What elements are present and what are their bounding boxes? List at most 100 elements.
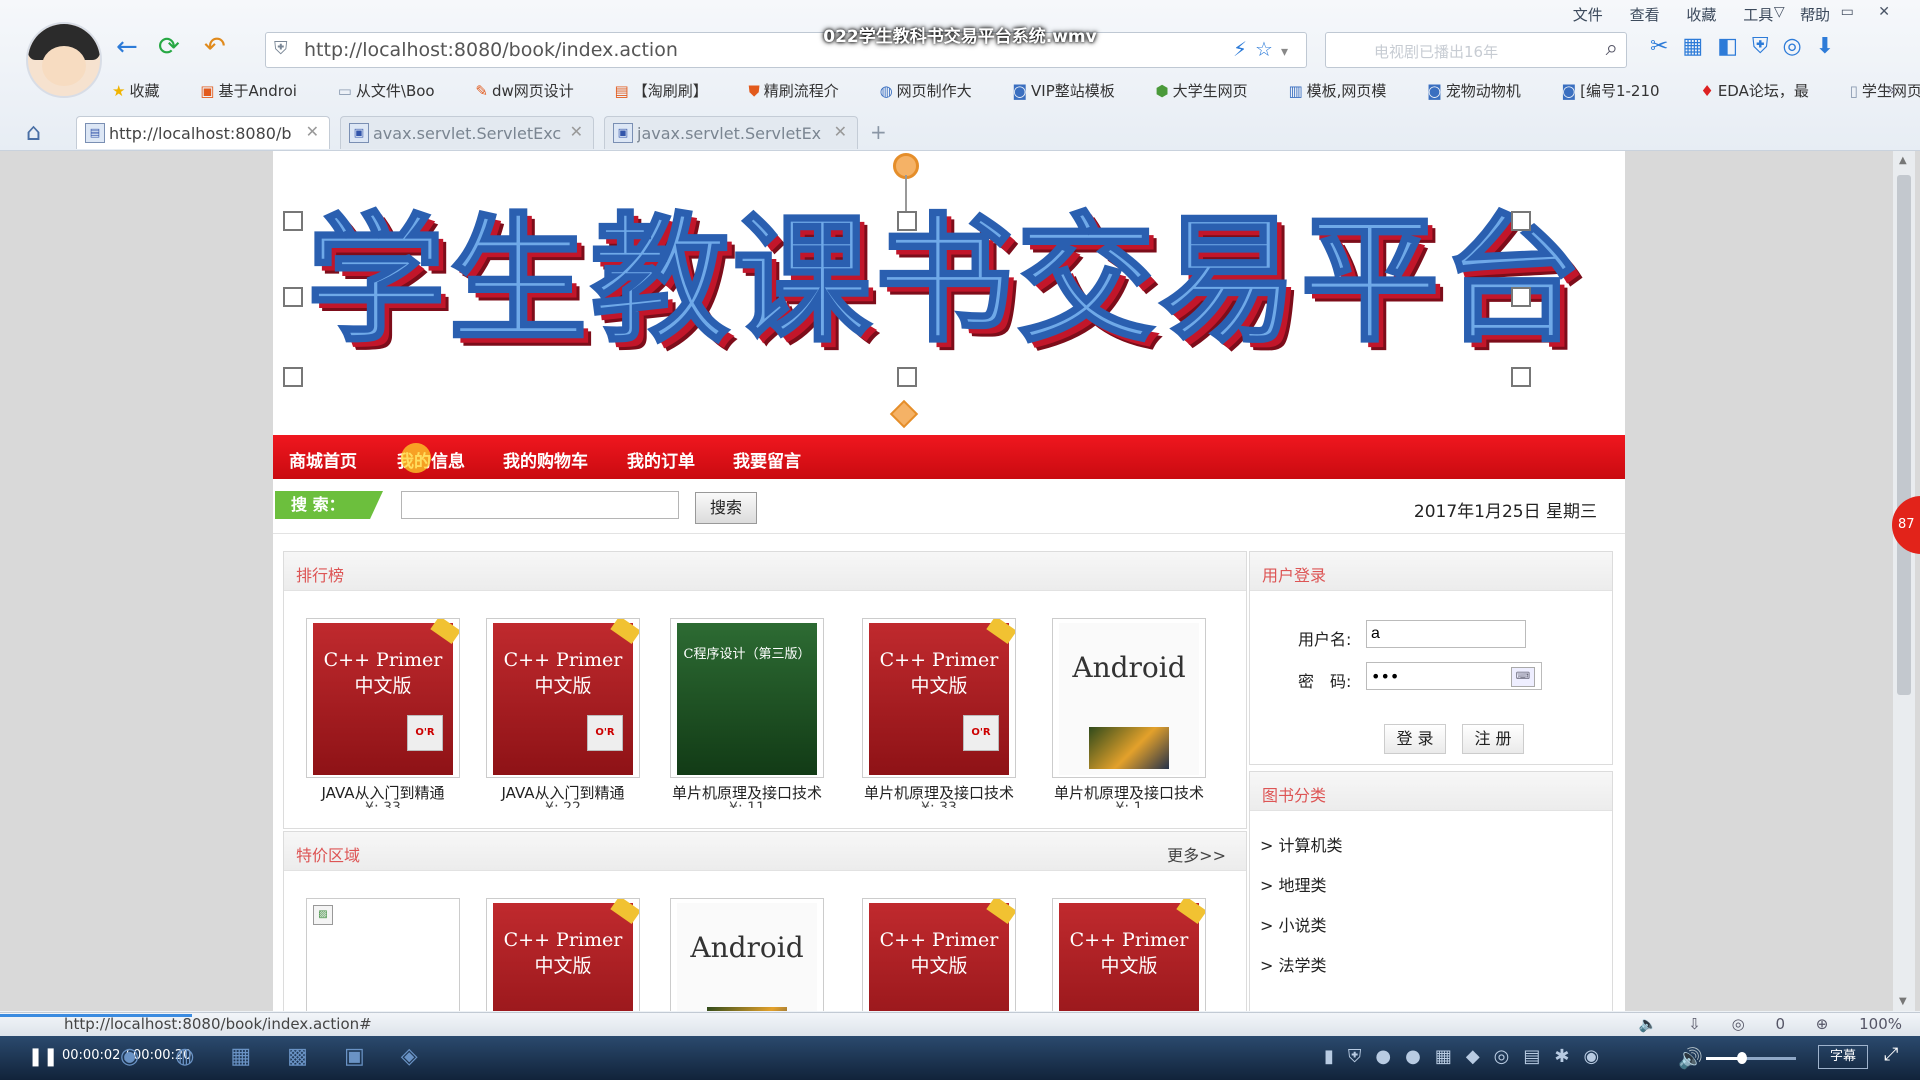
bookmark-item[interactable]: ✎ dw网页设计 <box>475 82 591 100</box>
subtitle-button[interactable]: 字幕 <box>1818 1045 1868 1069</box>
resize-handle[interactable] <box>1511 211 1531 231</box>
book-cover[interactable]: C++ Primer 中文版 <box>862 898 1016 1011</box>
more-link[interactable]: 更多>> <box>1167 842 1226 866</box>
close-icon[interactable]: ✕ <box>834 122 847 141</box>
close-icon[interactable]: ✕ <box>570 122 583 141</box>
category-computer[interactable]: > 计算机类 <box>1260 832 1343 856</box>
adjust-handle[interactable] <box>889 399 919 429</box>
resize-handle[interactable] <box>283 287 303 307</box>
address-tools[interactable]: ⚡☆▾ <box>1233 37 1296 61</box>
book-cover[interactable]: ▨ <box>306 898 460 1011</box>
download-icon[interactable]: ⇩ <box>1688 1015 1701 1033</box>
register-button[interactable]: 注 册 <box>1462 724 1524 754</box>
search-button[interactable]: 搜索 <box>695 492 757 524</box>
book-cover[interactable]: C++ Primer 中文版 O'R <box>306 618 460 778</box>
nav-message[interactable]: 我要留言 <box>733 447 801 472</box>
fullscreen-icon[interactable]: ⤢ <box>1884 1044 1898 1065</box>
player-controls: ❚❚ 00:00:02 / 00:00:20 ◉◍▦▩▣◈ ▮⛨●●▦◆◎▤✱◉… <box>0 1036 1920 1080</box>
resize-handle[interactable] <box>283 367 303 387</box>
login-button[interactable]: 登 录 <box>1384 724 1446 754</box>
volume-knob[interactable] <box>1737 1052 1747 1064</box>
address-bar[interactable]: ⛨ http://localhost:8080/book/index.actio… <box>265 32 1307 68</box>
category-novel[interactable]: > 小说类 <box>1260 912 1327 936</box>
search-input[interactable] <box>401 491 679 519</box>
nav-cart[interactable]: 我的购物车 <box>503 447 588 472</box>
resize-handle[interactable] <box>897 367 917 387</box>
password-value: ••• <box>1371 667 1400 686</box>
search-icon[interactable]: ⌕ <box>1606 36 1618 61</box>
undo-icon[interactable]: ↶ <box>204 32 226 62</box>
resize-handle[interactable] <box>1511 367 1531 387</box>
bookmark-item[interactable]: ◙ [编号1-210 <box>1562 82 1678 100</box>
scroll-up-icon[interactable]: ▲ <box>1899 155 1907 166</box>
bookmark-item[interactable]: ♦ EDA论坛，最 <box>1700 82 1826 100</box>
category-panel: 图书分类 > 计算机类 > 地理类 > 小说类 > 法学类 <box>1249 771 1613 1011</box>
refresh-icon[interactable]: ⟳ <box>158 32 180 62</box>
video-progress-bar[interactable] <box>0 1014 192 1017</box>
bookmark-item[interactable]: ▣ 基于Androi <box>200 82 315 100</box>
bookmark-item[interactable]: ▥ 模板,网页模 <box>1288 82 1404 100</box>
new-tab-button[interactable]: + <box>870 120 887 144</box>
bookmark-item[interactable]: ◙ 宠物动物机 <box>1427 82 1539 100</box>
tab-servlet-exception-1[interactable]: ▣ avax.servlet.ServletExc ✕ <box>340 116 594 149</box>
search-label: 搜 索： <box>275 491 383 519</box>
address-url[interactable]: http://localhost:8080/book/index.action <box>304 39 678 61</box>
menu-favorites[interactable]: 收藏 <box>1686 6 1716 24</box>
ranking-title: 排行榜 <box>296 566 345 585</box>
book-cover[interactable]: C++ Primer 中文版 O'R <box>486 618 640 778</box>
book-price: ¥: 11 <box>729 800 765 808</box>
toolbar-icons[interactable]: ✂▦◧⛨◎⬇ <box>1650 34 1848 59</box>
bookmark-item[interactable]: ⛊ 精刷流程介 <box>749 82 857 100</box>
tab-servlet-exception-2[interactable]: ▣ javax.servlet.ServletEx ✕ <box>604 116 858 149</box>
system-tray-icons[interactable]: ▮⛨●●▦◆◎▤✱◉ <box>1324 1046 1613 1067</box>
pause-icon[interactable]: ❚❚ <box>28 1046 58 1068</box>
bookmark-item[interactable]: ◍ 网页制作大 <box>880 82 990 100</box>
resize-handle[interactable] <box>283 211 303 231</box>
user-avatar[interactable] <box>26 22 102 98</box>
bookmarks-more-icon[interactable]: » <box>1886 80 1896 99</box>
scroll-thumb[interactable] <box>1897 175 1911 695</box>
speaker-icon[interactable]: 🔈 <box>1639 1015 1658 1033</box>
password-field[interactable]: ••• ⌨ <box>1366 662 1542 690</box>
book-cover[interactable]: C++ Primer 中文版 <box>1052 898 1206 1011</box>
bookmark-item[interactable]: ▭ 从文件\Boo <box>338 82 453 100</box>
counter[interactable]: ◎ 0 <box>1732 1015 1785 1033</box>
bookmark-item[interactable]: ▯ 学生网页 <box>1850 82 1920 100</box>
bookmark-item[interactable]: ⬢ 大学生网页 <box>1156 82 1266 100</box>
nav-orders[interactable]: 我的订单 <box>627 447 695 472</box>
resize-handle[interactable] <box>1511 287 1531 307</box>
close-icon[interactable]: ✕ <box>306 122 319 141</box>
menu-file[interactable]: 文件 <box>1573 6 1603 24</box>
username-field[interactable] <box>1366 620 1526 648</box>
bookmark-item[interactable]: ◙ VIP整站模板 <box>1012 82 1132 100</box>
bookmark-item[interactable]: ★ 收藏 <box>112 82 177 100</box>
page-icon: ▣ <box>349 123 369 143</box>
browser-chrome: 文件 查看 收藏 工具 帮助 ▽ – ▭ ✕ ← ⟳ ↶ ⛨ http://lo… <box>0 0 1920 151</box>
window-controls[interactable]: ▽ – ▭ ✕ <box>1774 4 1900 20</box>
back-arrow-icon[interactable]: ← <box>116 32 138 62</box>
nav-home[interactable]: 商城首页 <box>289 447 357 472</box>
category-law[interactable]: > 法学类 <box>1260 952 1327 976</box>
scroll-down-icon[interactable]: ▼ <box>1899 996 1907 1007</box>
home-icon[interactable]: ⌂ <box>26 118 41 146</box>
browser-search-box[interactable]: 电视剧已播出16年 ⌕ <box>1325 32 1627 68</box>
menu-tools[interactable]: 工具 <box>1743 6 1773 24</box>
zoom-level[interactable]: ⊕ 100% <box>1816 1015 1902 1033</box>
browser-window: 文件 查看 收藏 工具 帮助 ▽ – ▭ ✕ ← ⟳ ↶ ⛨ http://lo… <box>0 0 1920 1012</box>
volume-icon[interactable]: 🔊 <box>1678 1046 1703 1070</box>
book-cover[interactable]: Android <box>670 898 824 1011</box>
book-cover[interactable]: C++ Primer 中文版 O'R <box>862 618 1016 778</box>
book-cover[interactable]: Android <box>1052 618 1206 778</box>
login-title: 用户登录 <box>1262 566 1327 585</box>
vertical-scrollbar[interactable]: ▲ ▼ <box>1893 151 1915 1011</box>
menu-view[interactable]: 查看 <box>1630 6 1660 24</box>
taskbar-app-icons[interactable]: ◉◍▦▩▣◈ <box>120 1044 454 1069</box>
category-geography[interactable]: > 地理类 <box>1260 872 1327 896</box>
volume-slider[interactable] <box>1706 1052 1796 1064</box>
tab-localhost[interactable]: ▤ http://localhost:8080/b ✕ <box>76 116 330 149</box>
bookmark-item[interactable]: ▤ 【淘刷刷】 <box>615 82 726 100</box>
keyboard-icon[interactable]: ⌨ <box>1511 667 1535 687</box>
book-cover[interactable]: C程序设计（第三版） <box>670 618 824 778</box>
book-cover[interactable]: C++ Primer 中文版 <box>486 898 640 1011</box>
resize-handle[interactable] <box>897 211 917 231</box>
